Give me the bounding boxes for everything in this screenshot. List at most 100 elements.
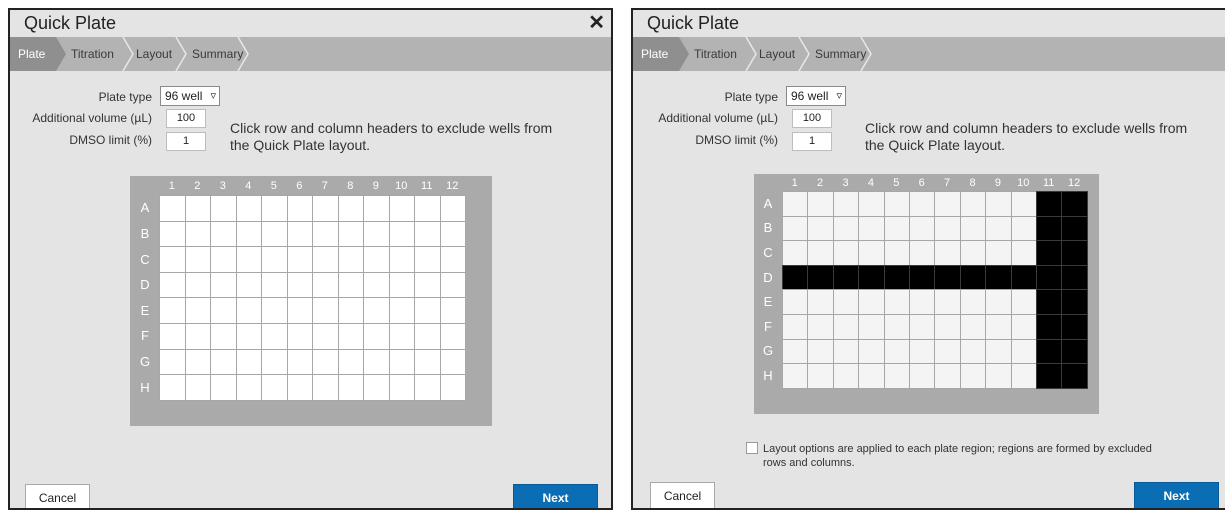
well-A9[interactable] <box>985 191 1012 217</box>
well-G12[interactable] <box>439 348 466 376</box>
well-F11[interactable] <box>414 323 441 350</box>
column-header-5[interactable]: 5 <box>261 180 286 192</box>
well-G12[interactable] <box>1061 338 1088 365</box>
well-H5[interactable] <box>261 374 288 401</box>
well-B12[interactable] <box>1061 215 1088 242</box>
well-C5[interactable] <box>883 240 910 266</box>
well-F9[interactable] <box>985 314 1012 340</box>
well-A6[interactable] <box>909 191 936 217</box>
well-G8[interactable] <box>959 338 987 365</box>
well-E3[interactable] <box>210 297 237 324</box>
row-header-C[interactable]: C <box>135 252 155 267</box>
dmso-limit-field[interactable]: 1 <box>792 132 832 151</box>
well-C9[interactable] <box>363 246 390 273</box>
well-F1[interactable] <box>782 314 809 340</box>
well-B10[interactable] <box>388 220 415 248</box>
well-D6[interactable] <box>286 271 313 299</box>
column-header-11[interactable]: 11 <box>1036 177 1061 189</box>
well-B6[interactable] <box>286 220 313 248</box>
well-B1[interactable] <box>159 220 186 248</box>
well-E9[interactable] <box>363 297 390 324</box>
well-H2[interactable] <box>184 374 211 401</box>
well-F8[interactable] <box>337 323 364 350</box>
next-button[interactable]: Next <box>1134 482 1219 508</box>
well-H6[interactable] <box>909 363 936 389</box>
column-header-1[interactable]: 1 <box>159 180 184 192</box>
column-header-6[interactable]: 6 <box>287 180 312 192</box>
well-F5[interactable] <box>883 314 910 340</box>
well-B8[interactable] <box>337 220 364 248</box>
row-header-A[interactable]: A <box>135 200 155 215</box>
column-header-12[interactable]: 12 <box>440 180 465 192</box>
well-A8[interactable] <box>959 191 987 217</box>
well-D4[interactable] <box>858 264 885 291</box>
well-B11[interactable] <box>414 220 441 248</box>
well-G4[interactable] <box>858 338 885 365</box>
well-C10[interactable] <box>1010 240 1037 266</box>
column-header-4[interactable]: 4 <box>858 177 883 189</box>
well-F4[interactable] <box>235 323 262 350</box>
row-header-D[interactable]: D <box>135 277 155 292</box>
well-A7[interactable] <box>312 195 339 222</box>
well-A3[interactable] <box>832 191 860 217</box>
well-F7[interactable] <box>934 314 961 340</box>
well-H3[interactable] <box>210 374 237 401</box>
well-F11[interactable] <box>1036 314 1063 340</box>
well-H9[interactable] <box>985 363 1012 389</box>
region-options-checkbox[interactable] <box>746 442 758 454</box>
well-B2[interactable] <box>807 215 834 242</box>
well-D5[interactable] <box>261 271 288 299</box>
column-header-2[interactable]: 2 <box>185 180 210 192</box>
column-header-10[interactable]: 10 <box>389 180 414 192</box>
well-F3[interactable] <box>832 314 860 340</box>
column-header-1[interactable]: 1 <box>782 177 807 189</box>
well-D8[interactable] <box>337 271 364 299</box>
well-B10[interactable] <box>1010 215 1037 242</box>
well-G4[interactable] <box>235 348 262 376</box>
row-header-G[interactable]: G <box>135 354 155 369</box>
well-B2[interactable] <box>184 220 211 248</box>
row-header-B[interactable]: B <box>758 220 778 235</box>
well-G3[interactable] <box>210 348 237 376</box>
column-header-7[interactable]: 7 <box>935 177 960 189</box>
well-F4[interactable] <box>858 314 885 340</box>
well-F10[interactable] <box>1010 314 1037 340</box>
well-D7[interactable] <box>934 264 961 291</box>
well-A4[interactable] <box>235 195 262 222</box>
row-header-F[interactable]: F <box>758 319 778 334</box>
well-E2[interactable] <box>184 297 211 324</box>
dmso-limit-field[interactable]: 1 <box>166 132 206 151</box>
row-header-E[interactable]: E <box>135 303 155 318</box>
well-B6[interactable] <box>909 215 936 242</box>
tab-plate[interactable]: Plate <box>10 37 56 71</box>
well-F3[interactable] <box>210 323 237 350</box>
well-F6[interactable] <box>909 314 936 340</box>
well-D6[interactable] <box>909 264 936 291</box>
well-D11[interactable] <box>414 271 441 299</box>
well-C10[interactable] <box>388 246 415 273</box>
well-C9[interactable] <box>985 240 1012 266</box>
well-C8[interactable] <box>337 246 364 273</box>
row-header-A[interactable]: A <box>758 196 778 211</box>
well-G6[interactable] <box>909 338 936 365</box>
well-F2[interactable] <box>807 314 834 340</box>
well-F9[interactable] <box>363 323 390 350</box>
well-C7[interactable] <box>312 246 339 273</box>
well-E8[interactable] <box>959 289 987 315</box>
well-G2[interactable] <box>184 348 211 376</box>
column-header-10[interactable]: 10 <box>1011 177 1036 189</box>
well-E8[interactable] <box>337 297 364 324</box>
well-D9[interactable] <box>985 264 1012 291</box>
well-G8[interactable] <box>337 348 364 376</box>
well-H10[interactable] <box>388 374 415 401</box>
well-H9[interactable] <box>363 374 390 401</box>
well-A9[interactable] <box>363 195 390 222</box>
well-C11[interactable] <box>1036 240 1063 266</box>
plate-type-select[interactable]: 96 well ▿ <box>786 86 846 106</box>
well-H1[interactable] <box>159 374 186 401</box>
well-E7[interactable] <box>312 297 339 324</box>
well-F7[interactable] <box>312 323 339 350</box>
well-E1[interactable] <box>159 297 186 324</box>
well-E2[interactable] <box>807 289 834 315</box>
well-B12[interactable] <box>439 220 466 248</box>
